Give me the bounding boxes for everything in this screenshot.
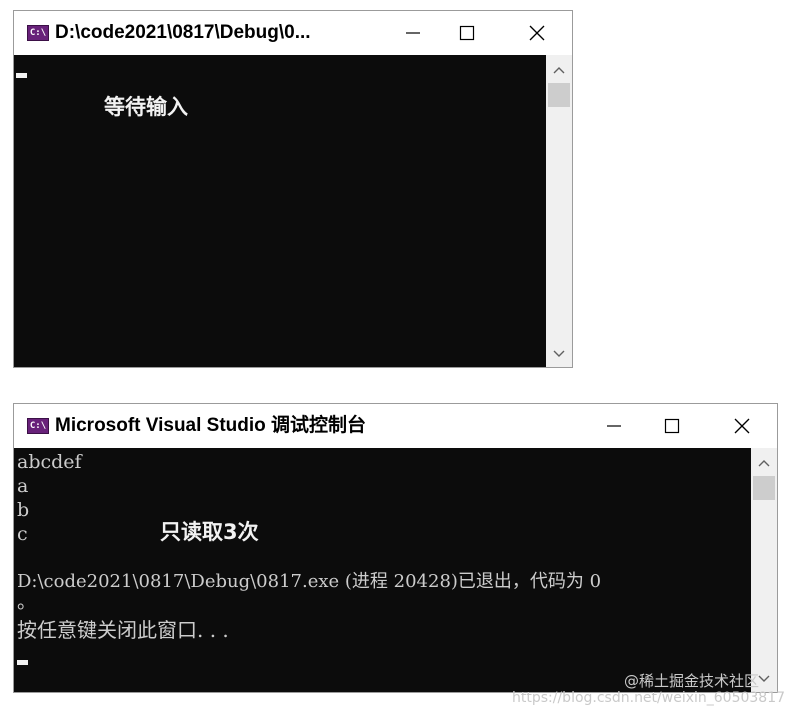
maximize-icon <box>664 418 680 434</box>
annotation-label: 等待输入 <box>104 95 188 119</box>
maximize-button[interactable] <box>649 404 695 448</box>
console-line: 按任意键关闭此窗口. . . <box>17 618 229 642</box>
console-line: D:\code2021\0817\Debug\0817.exe (进程 2042… <box>17 571 602 592</box>
console-window-running[interactable]: C:\ D:\code2021\0817\Debug\0... 等待输入 <box>13 10 573 368</box>
close-button[interactable] <box>514 11 560 55</box>
vertical-scrollbar[interactable] <box>546 55 572 367</box>
console-line: b <box>17 499 30 521</box>
console-line: a <box>17 475 29 497</box>
text-cursor <box>16 73 27 78</box>
window-title: Microsoft Visual Studio 调试控制台 <box>55 415 367 436</box>
minimize-button[interactable] <box>390 11 436 55</box>
vertical-scrollbar[interactable] <box>751 448 777 692</box>
console-line: 。 <box>17 591 37 613</box>
title-bar[interactable]: C:\ Microsoft Visual Studio 调试控制台 <box>14 404 777 448</box>
scroll-up-icon[interactable] <box>552 65 566 75</box>
window-title: D:\code2021\0817\Debug\0... <box>55 22 311 43</box>
scrollbar-thumb[interactable] <box>548 83 570 107</box>
minimize-icon <box>607 425 621 427</box>
scroll-up-icon[interactable] <box>757 458 771 468</box>
text-cursor <box>17 660 28 665</box>
annotation-label: 只读取3次 <box>160 520 259 544</box>
title-bar[interactable]: C:\ D:\code2021\0817\Debug\0... <box>14 11 572 55</box>
console-window-debug[interactable]: C:\ Microsoft Visual Studio 调试控制台 abcdef… <box>13 403 778 693</box>
watermark: https://blog.csdn.net/weixin_60503817 <box>512 690 786 706</box>
maximize-button[interactable] <box>444 11 490 55</box>
close-icon <box>529 25 545 41</box>
console-line: abcdef <box>17 451 82 473</box>
scroll-down-icon[interactable] <box>757 674 771 684</box>
console-line: c <box>17 523 28 545</box>
scroll-down-icon[interactable] <box>552 349 566 359</box>
console-app-icon: C:\ <box>27 418 49 434</box>
console-app-icon: C:\ <box>27 25 49 41</box>
minimize-button[interactable] <box>591 404 637 448</box>
close-icon <box>734 418 750 434</box>
console-output[interactable]: abcdef a b c D:\code2021\0817\Debug\0817… <box>14 448 751 692</box>
minimize-icon <box>406 32 420 34</box>
maximize-icon <box>459 25 475 41</box>
close-button[interactable] <box>719 404 765 448</box>
watermark: @稀土掘金技术社区 <box>624 672 760 690</box>
scrollbar-thumb[interactable] <box>753 476 775 500</box>
console-output[interactable]: 等待输入 <box>14 55 546 367</box>
